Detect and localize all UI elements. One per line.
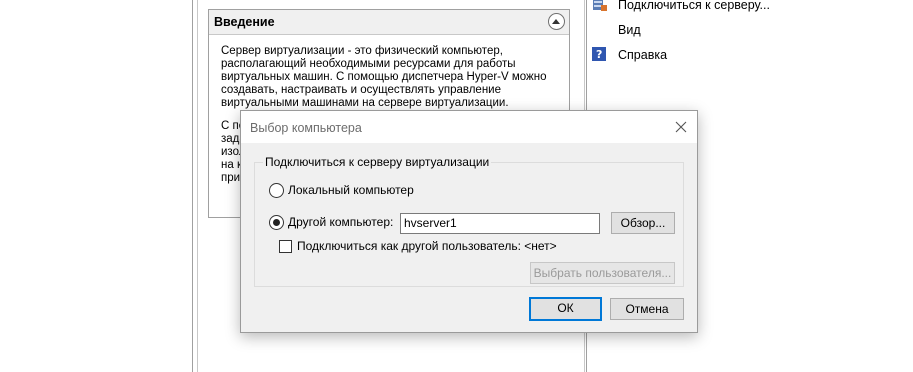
action-help[interactable]: ? Справка [592, 47, 913, 67]
group-label: Подключиться к серверу виртуализации [263, 155, 492, 169]
dialog-titlebar: Выбор компьютера [241, 111, 697, 143]
left-pane-divider [192, 0, 193, 372]
close-icon[interactable] [671, 117, 691, 137]
collapse-up-icon[interactable] [548, 13, 565, 30]
intro-paragraph: Сервер виртуализации - это физический ко… [221, 45, 547, 109]
intro-header: Введение [209, 10, 569, 35]
server-connect-icon [592, 0, 608, 13]
action-connect-to-server[interactable]: Подключиться к серверу... [592, 0, 913, 17]
radio-selected-dot [273, 219, 280, 226]
computer-name-input[interactable] [401, 214, 597, 232]
other-computer-radio[interactable] [269, 215, 284, 230]
connect-as-label[interactable]: Подключиться как другой пользователь: <н… [297, 239, 557, 253]
connect-group: Подключиться к серверу виртуализации Лок… [254, 155, 684, 287]
dialog-title: Выбор компьютера [250, 121, 362, 135]
intro-title: Введение [214, 15, 275, 29]
other-computer-label[interactable]: Другой компьютер: [288, 215, 393, 229]
action-view[interactable]: Вид [592, 22, 913, 42]
local-computer-radio[interactable] [269, 183, 284, 198]
select-user-button[interactable]: Выбрать пользователя... [530, 262, 675, 284]
select-computer-dialog: Выбор компьютера Подключиться к серверу … [240, 110, 698, 333]
ok-button[interactable]: ОК [529, 297, 602, 321]
help-icon: ? [592, 47, 608, 63]
computer-name-field[interactable] [400, 213, 600, 234]
action-label: Справка [618, 48, 668, 62]
cancel-button[interactable]: Отмена [610, 298, 684, 320]
action-label: Подключиться к серверу... [618, 0, 770, 12]
browse-button[interactable]: Обзор... [611, 212, 675, 234]
connect-as-checkbox[interactable] [279, 240, 292, 253]
local-computer-label[interactable]: Локальный компьютер [288, 183, 414, 197]
action-label: Вид [618, 23, 641, 37]
svg-text:?: ? [596, 48, 602, 61]
